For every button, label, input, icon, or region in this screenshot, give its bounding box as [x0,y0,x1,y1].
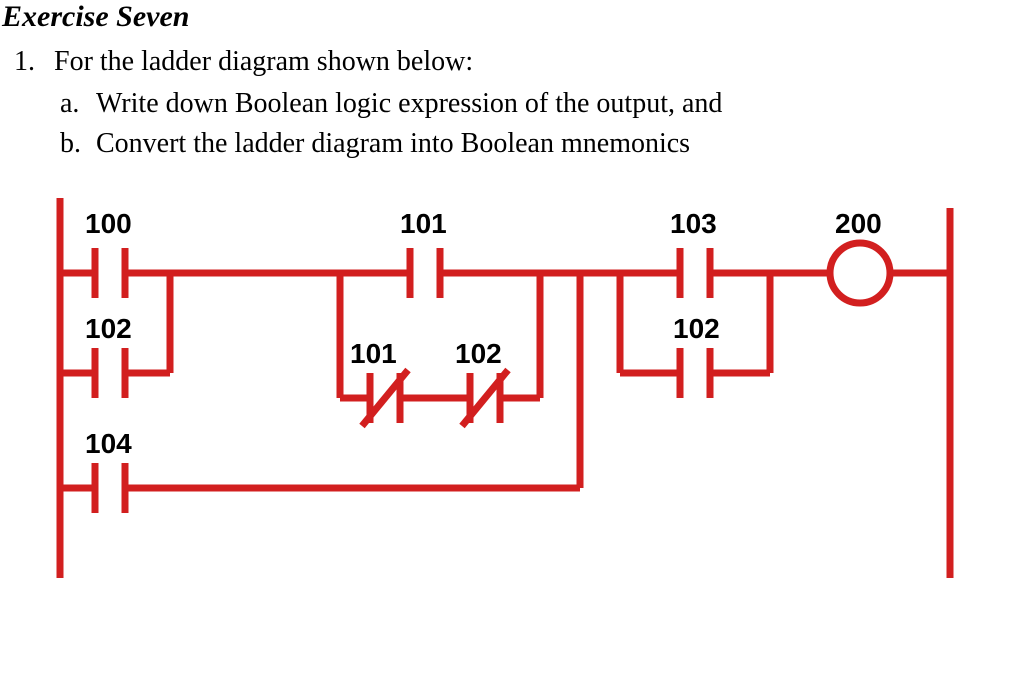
question-text: For the ladder diagram shown below: [54,46,473,77]
exercise-title: Exercise Seven [2,0,1006,34]
question-1a: a.Write down Boolean logic expression of… [60,88,1006,120]
part-b-letter: b. [60,128,96,160]
question-number: 1. [14,46,54,78]
label-100: 100 [85,208,132,239]
ladder-svg: 100 102 104 101 101 102 103 102 200 [40,178,980,598]
question-1b: b.Convert the ladder diagram into Boolea… [60,128,1006,160]
label-101b: 101 [350,338,397,369]
label-102c: 102 [673,313,720,344]
label-101t: 101 [400,208,447,239]
label-200: 200 [835,208,882,239]
part-a-letter: a. [60,88,96,120]
label-104: 104 [85,428,132,459]
page: Exercise Seven 1.For the ladder diagram … [0,0,1024,616]
label-103: 103 [670,208,717,239]
label-102a: 102 [85,313,132,344]
question-1: 1.For the ladder diagram shown below: [14,46,1006,78]
label-102b: 102 [455,338,502,369]
ladder-diagram: 100 102 104 101 101 102 103 102 200 [40,178,1006,598]
part-a-text: Write down Boolean logic expression of t… [96,88,722,119]
part-b-text: Convert the ladder diagram into Boolean … [96,128,690,159]
